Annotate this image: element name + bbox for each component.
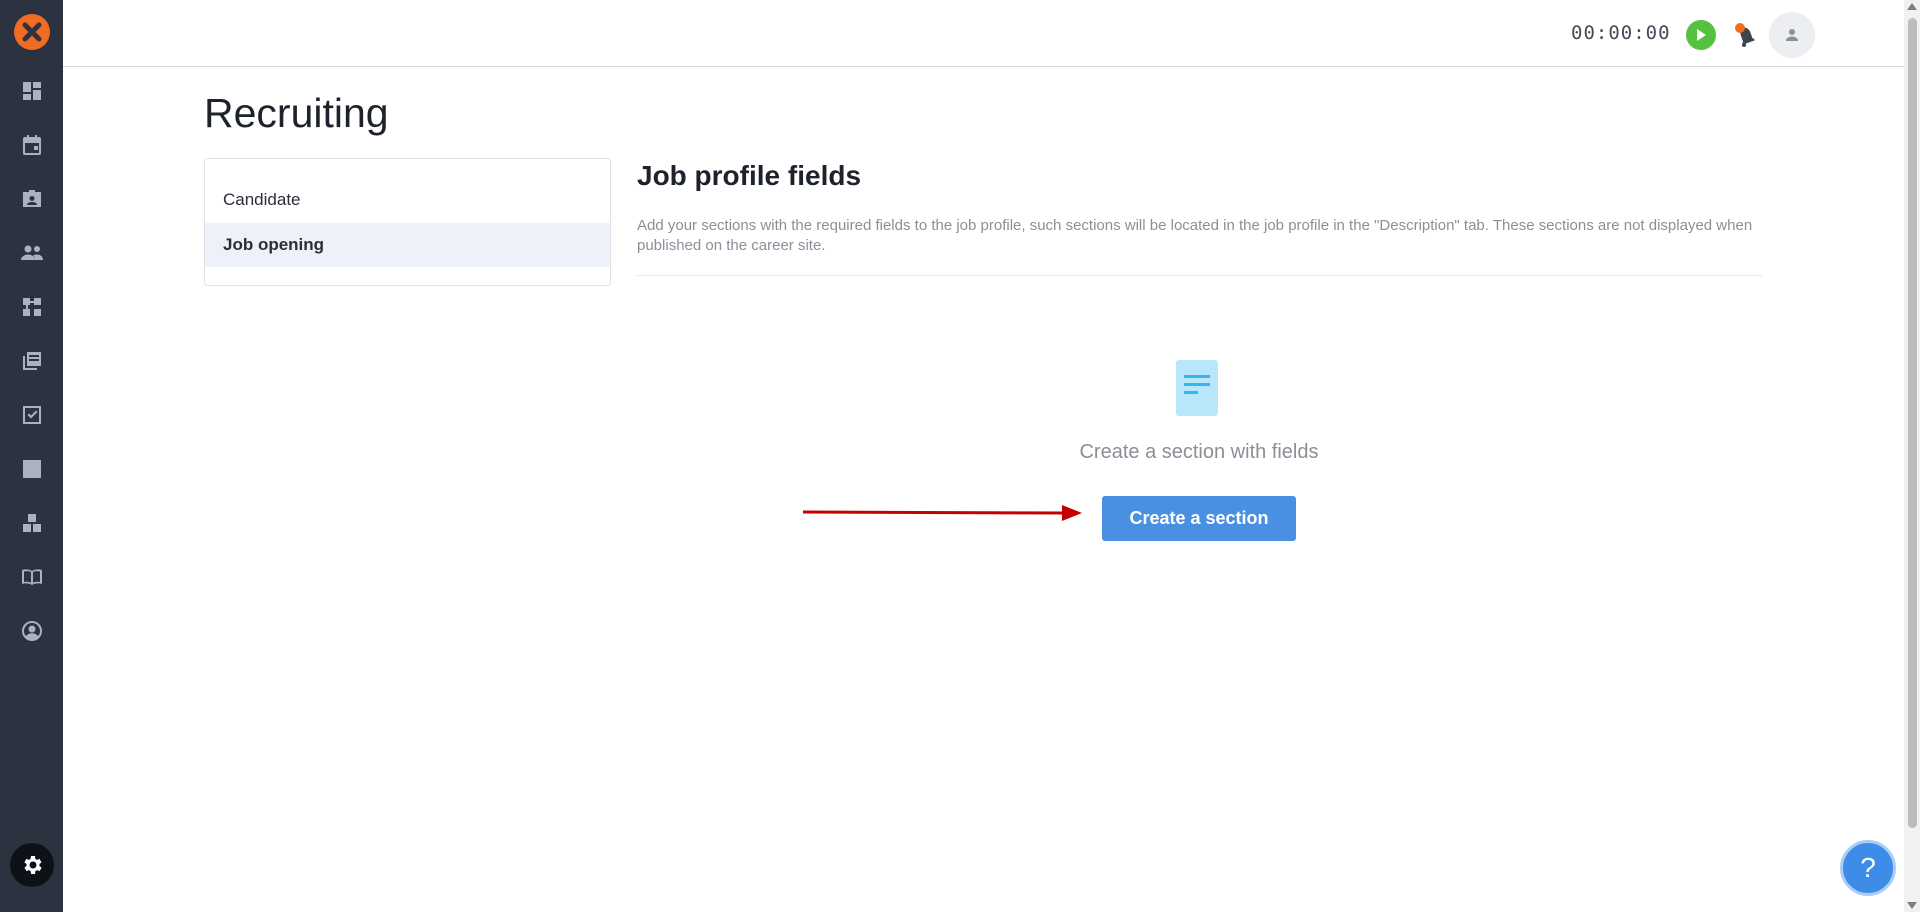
menu-item-candidate[interactable]: Candidate (205, 178, 610, 222)
settings-button[interactable] (10, 843, 54, 887)
timer-play-button[interactable] (1686, 20, 1716, 50)
menu-item-job-opening[interactable]: Job opening (205, 223, 610, 267)
user-icon (1786, 29, 1798, 41)
timer-display: 00:00:00 (1571, 22, 1671, 44)
blocks-icon[interactable] (18, 509, 46, 537)
gear-icon (24, 856, 42, 874)
analytics-chart-icon[interactable] (18, 455, 46, 483)
scroll-up-icon[interactable] (1907, 3, 1917, 10)
settings-submenu: Candidate Job opening (204, 158, 611, 286)
bell-icon (1735, 23, 1756, 47)
section-divider (637, 275, 1762, 276)
library-icon[interactable] (18, 347, 46, 375)
notifications-button[interactable] (1730, 19, 1762, 51)
section-description: Add your sections with the required fiel… (637, 217, 1753, 254)
workflow-icon[interactable] (18, 293, 46, 321)
book-icon[interactable] (18, 563, 46, 591)
help-button[interactable]: ? (1840, 840, 1896, 896)
tasks-check-icon[interactable] (18, 401, 46, 429)
section-title: Job profile fields (637, 160, 862, 191)
user-avatar[interactable] (1769, 12, 1815, 58)
app-logo[interactable] (14, 14, 50, 50)
left-sidebar (0, 0, 63, 912)
create-section-button[interactable]: Create a section (1102, 496, 1296, 541)
annotation-arrow (802, 505, 1082, 521)
page-scrollbar[interactable] (1904, 0, 1920, 912)
account-circle-icon[interactable] (18, 617, 46, 645)
play-icon (1697, 29, 1706, 41)
dashboard-icon[interactable] (18, 77, 46, 105)
page-title: Recruiting (204, 90, 389, 136)
scroll-down-icon[interactable] (1907, 902, 1917, 909)
scrollbar-thumb[interactable] (1908, 18, 1917, 828)
people-icon[interactable] (18, 239, 46, 267)
logo-x-icon (22, 22, 42, 42)
empty-state-text: Create a section with fields (1079, 441, 1319, 463)
calendar-icon[interactable] (18, 131, 46, 159)
contact-card-icon[interactable] (18, 185, 46, 213)
document-icon (1176, 360, 1218, 416)
help-icon: ? (1860, 852, 1876, 883)
